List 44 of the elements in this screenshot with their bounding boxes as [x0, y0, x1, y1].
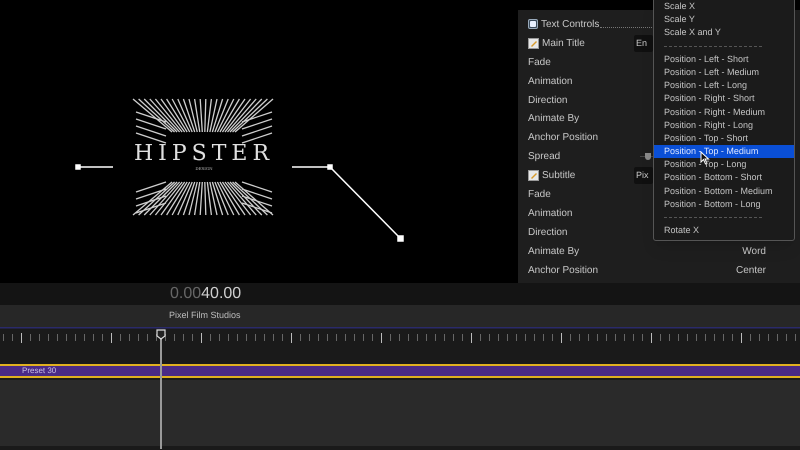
timecode-dim: 0.00 [170, 284, 202, 304]
param-label: Animation [528, 74, 572, 89]
param-label: Subtitle [542, 169, 576, 184]
motion-path-line[interactable] [75, 164, 404, 242]
notepad-icon [528, 38, 539, 49]
param-value[interactable]: Center [736, 262, 766, 278]
menu-item[interactable]: Position - Top - Short [654, 132, 794, 146]
menu-item[interactable]: Position - Right - Medium [654, 106, 794, 119]
menu-item[interactable]: Position - Bottom - Long [654, 198, 794, 211]
menu-item[interactable]: Scale X [654, 0, 794, 14]
menu-item[interactable]: Position - Left - Long [654, 79, 794, 92]
param-label: Main Title [542, 36, 585, 51]
menu-item[interactable]: Scale Y [654, 13, 794, 26]
menu-item[interactable]: Position - Top - Long [654, 158, 794, 172]
menu-item[interactable]: Scale X and Y [654, 26, 794, 40]
logo-title: HIPSTER [132, 143, 276, 165]
param-label: Animate By [528, 244, 580, 259]
param-label: Anchor Position [528, 264, 598, 278]
param-label: Text Controls [541, 18, 600, 32]
notepad-icon [528, 170, 539, 182]
menu-item[interactable]: Position - Left - Short [654, 52, 794, 66]
param-label: Anchor Position [528, 131, 598, 146]
menu-item[interactable]: Position - Right - Long [654, 118, 794, 132]
param-value[interactable]: Word [742, 244, 766, 259]
popup-field[interactable]: En [634, 34, 653, 52]
popup-field[interactable]: Pix [634, 167, 653, 184]
project-name: Pixel Film Studios [169, 309, 241, 322]
param-label: Direction [528, 226, 568, 240]
menu-item[interactable]: Position - Bottom - Short [654, 171, 794, 185]
param-label: Spread [528, 150, 560, 164]
menu-item[interactable]: Position - Left - Medium [654, 66, 794, 80]
param-label: Animation [528, 206, 572, 221]
timeline-clip[interactable]: Preset 30 [0, 364, 800, 378]
menu-item[interactable]: Rotate X [654, 224, 794, 238]
slider-thumb[interactable] [645, 153, 651, 160]
timecode: 40.00 [201, 284, 242, 304]
checkbox[interactable] [528, 19, 538, 30]
menu-item[interactable]: Position - Right - Short [654, 92, 794, 106]
menu-item[interactable]: Position - Bottom - Medium [654, 184, 794, 198]
param-label: Direction [528, 94, 568, 108]
param-label: Animate By [528, 112, 580, 126]
param-label: Fade [528, 56, 551, 70]
param-label: Fade [528, 188, 551, 202]
playhead-handle[interactable] [156, 329, 166, 340]
